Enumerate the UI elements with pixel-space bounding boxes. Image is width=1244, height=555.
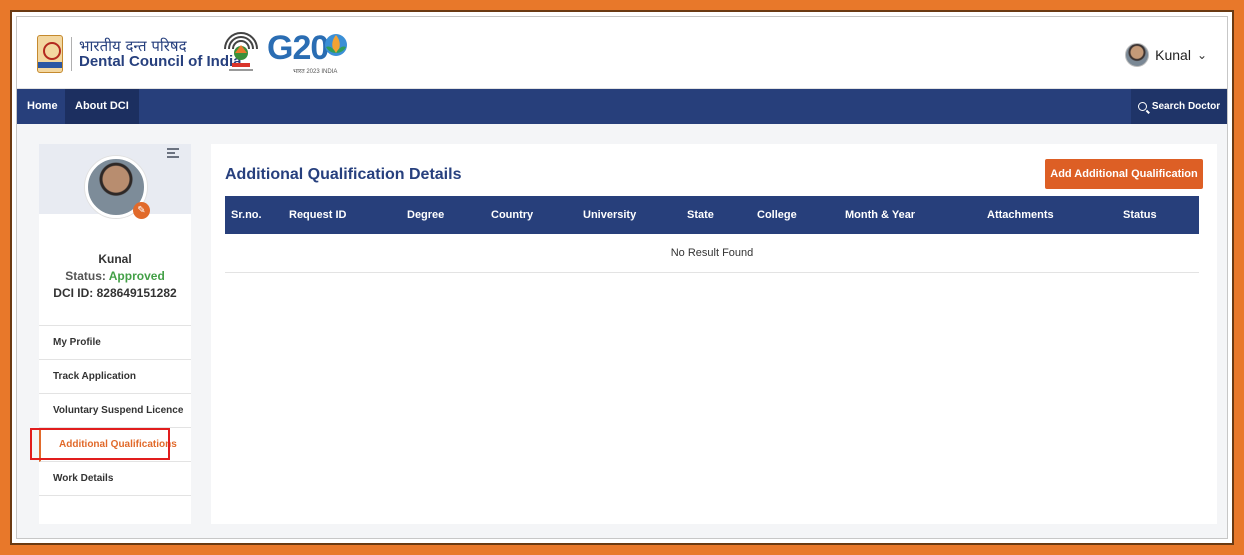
main-content-panel: Additional Qualification Details Add Add… bbox=[211, 144, 1217, 524]
table-row: No Result Found bbox=[225, 234, 1199, 273]
column-header-sr-no[interactable]: Sr.no. bbox=[225, 196, 283, 234]
profile-name: Kunal bbox=[98, 252, 132, 266]
app-window: भारतीय दन्त परिषद Dental Council of Indi… bbox=[16, 16, 1228, 539]
qualification-table: Sr.no. Request ID Degree Country Univers… bbox=[225, 196, 1199, 273]
top-header: भारतीय दन्त परिषद Dental Council of Indi… bbox=[17, 17, 1227, 89]
brand-english-name[interactable]: Dental Council of India bbox=[79, 53, 242, 70]
dci-id: DCI ID: 828649151282 bbox=[53, 286, 177, 300]
search-icon bbox=[1137, 102, 1147, 111]
nav-home[interactable]: Home bbox=[17, 89, 68, 124]
column-header-degree[interactable]: Degree bbox=[401, 196, 485, 234]
sidebar-item-voluntary-suspend-licence[interactable]: Voluntary Suspend Licence bbox=[39, 394, 191, 428]
add-additional-qualification-button[interactable]: Add Additional Qualification bbox=[1045, 159, 1203, 189]
column-header-status[interactable]: Status bbox=[1117, 196, 1199, 234]
dci-emblem-icon[interactable] bbox=[37, 35, 63, 73]
user-avatar[interactable] bbox=[1125, 43, 1150, 67]
g20-lotus-icon bbox=[325, 34, 347, 56]
status-badge: Approved bbox=[108, 269, 165, 283]
chevron-down-icon[interactable]: ⌄ bbox=[1197, 48, 1207, 62]
sidebar-menu: My Profile Track Application Voluntary S… bbox=[39, 325, 191, 496]
collapse-menu-icon[interactable] bbox=[167, 148, 179, 158]
g20-logo-text: G20 bbox=[267, 29, 329, 67]
g20-tagline: भारत 2023 INDIA bbox=[293, 69, 338, 75]
main-nav: Home About DCI Search Doctor bbox=[17, 89, 1227, 124]
page-title: Additional Qualification Details bbox=[225, 166, 462, 183]
table-header-row: Sr.no. Request ID Degree Country Univers… bbox=[225, 196, 1199, 234]
sidebar-item-work-details[interactable]: Work Details bbox=[39, 462, 191, 496]
sidebar-item-my-profile[interactable]: My Profile bbox=[39, 326, 191, 360]
profile-sidebar: ✎ Kunal Status: Approved DCI ID: 8286491… bbox=[30, 144, 191, 524]
user-menu[interactable]: Kunal ⌄ bbox=[1125, 41, 1207, 69]
status-label: Status: bbox=[65, 269, 106, 283]
campaign-logo-icon bbox=[224, 32, 258, 71]
search-doctor-label: Search Doctor bbox=[1151, 101, 1221, 112]
column-header-university[interactable]: University bbox=[577, 196, 681, 234]
brand-divider bbox=[71, 37, 72, 71]
edit-pencil-icon[interactable]: ✎ bbox=[133, 202, 150, 219]
empty-table-message: No Result Found bbox=[225, 234, 1199, 273]
search-doctor-button[interactable]: Search Doctor bbox=[1131, 89, 1227, 124]
column-header-college[interactable]: College bbox=[751, 196, 839, 234]
screenshot-frame: भारतीय दन्त परिषद Dental Council of Indi… bbox=[10, 10, 1234, 545]
sidebar-item-track-application[interactable]: Track Application bbox=[39, 360, 191, 394]
column-header-attachments[interactable]: Attachments bbox=[981, 196, 1117, 234]
g20-logo-icon: G20 भारत 2023 INDIA bbox=[267, 29, 353, 75]
profile-status: Status: Approved bbox=[39, 269, 191, 283]
column-header-state[interactable]: State bbox=[681, 196, 751, 234]
sidebar-item-additional-qualifications[interactable]: Additional Qualifications bbox=[39, 428, 191, 462]
column-header-request-id[interactable]: Request ID bbox=[283, 196, 401, 234]
column-header-country[interactable]: Country bbox=[485, 196, 577, 234]
column-header-month-year[interactable]: Month & Year bbox=[839, 196, 981, 234]
nav-about-dci[interactable]: About DCI bbox=[65, 89, 139, 124]
user-name[interactable]: Kunal bbox=[1155, 47, 1191, 63]
